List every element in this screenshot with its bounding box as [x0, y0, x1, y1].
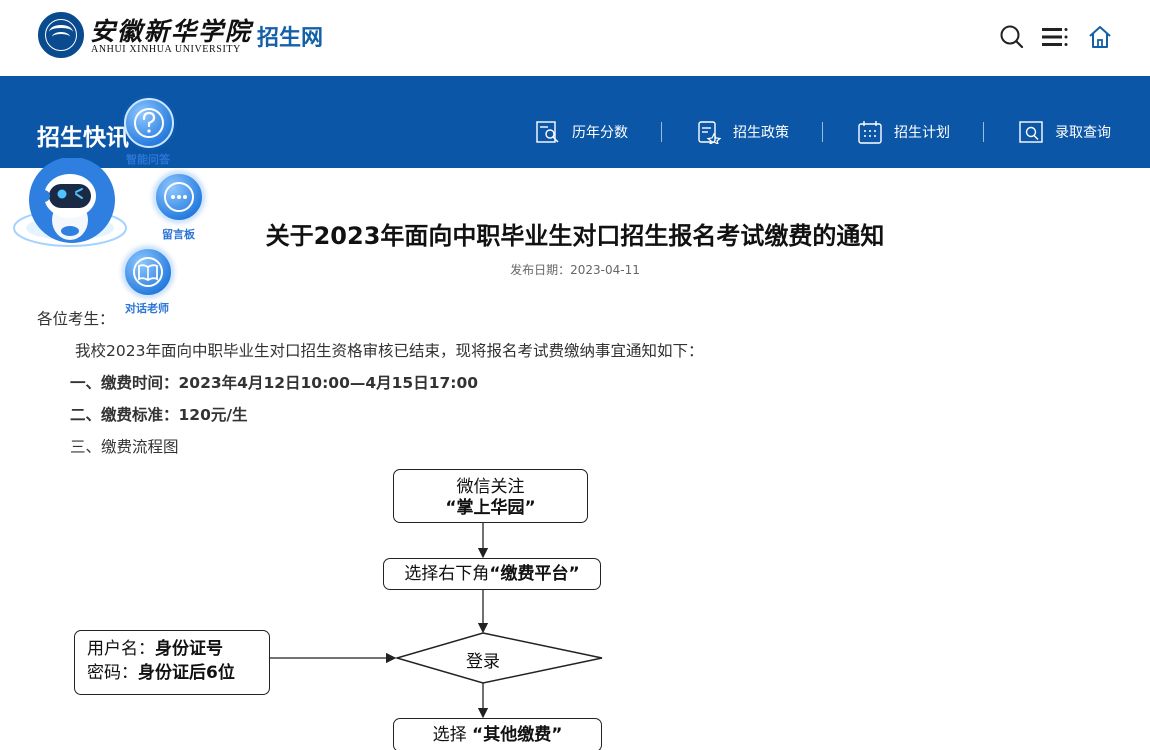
- payment-flowchart: 微信关注 “掌上华园” 选择右下角“缴费平台” 登录 用户名：身份证号 密码：身…: [70, 465, 610, 750]
- login-label: 登录: [466, 652, 500, 672]
- smart-qa-label[interactable]: 智能问答: [126, 151, 170, 167]
- step-follow-line1: 微信关注: [456, 477, 525, 497]
- intro-paragraph: 我校2023年面向中职毕业生对口招生资格审核已结束，现将报名考试费缴纳事宜通知如…: [75, 342, 704, 360]
- calendar-icon: [858, 121, 882, 144]
- credentials-box: 用户名：身份证号 密码：身份证后6位: [74, 630, 270, 695]
- nav-label: 录取查询: [1055, 125, 1111, 141]
- logo-chinese-name[interactable]: 安徽新华学院: [90, 12, 252, 48]
- step4-bold: “其他缴费”: [472, 725, 563, 745]
- payment-flow-heading: 三、缴费流程图: [70, 438, 179, 456]
- menu-icon[interactable]: [1042, 24, 1068, 50]
- nav-label: 历年分数: [572, 125, 628, 141]
- password-label: 密码：: [87, 663, 138, 683]
- university-seal-logo[interactable]: [38, 12, 84, 58]
- nav-enrollment-plan[interactable]: 招生计划: [858, 120, 950, 144]
- message-board-button[interactable]: [154, 172, 204, 222]
- greeting: 各位考生：: [37, 310, 115, 328]
- search-icon[interactable]: [999, 24, 1025, 50]
- nav-policy[interactable]: 招生政策: [697, 120, 789, 144]
- site-name[interactable]: 招生网: [257, 20, 323, 52]
- admission-search-icon: [1019, 121, 1043, 143]
- step2-bold: “缴费平台”: [489, 564, 580, 584]
- username-label: 用户名：: [87, 639, 155, 659]
- nav-admission-query[interactable]: 录取查询: [1019, 120, 1111, 144]
- payment-standard-line: 二、缴费标准：120元/生: [70, 403, 248, 425]
- payment-standard-label: 二、缴费标准：: [70, 406, 179, 424]
- nav-label: 招生政策: [733, 125, 789, 141]
- step4-prefix: 选择: [432, 725, 467, 745]
- step-select-other-payment: 选择 “其他缴费”: [393, 718, 602, 750]
- step2-prefix: 选择右下角: [404, 564, 490, 584]
- nav-divider: [822, 122, 823, 142]
- section-title: 招生快讯: [37, 125, 129, 151]
- article-title: 关于2023年面向中职毕业生对口招生报名考试缴费的通知: [265, 222, 885, 250]
- score-history-icon: [536, 121, 559, 143]
- publish-date: 发布日期：2023-04-11: [510, 263, 640, 277]
- nav-score-history[interactable]: 历年分数: [536, 120, 628, 144]
- smart-qa-button[interactable]: [124, 98, 174, 148]
- home-icon[interactable]: [1087, 24, 1113, 50]
- nav-divider: [983, 122, 984, 142]
- step-follow-wechat: 微信关注 “掌上华园”: [393, 469, 588, 523]
- payment-time-line: 一、缴费时间：2023年4月12日10:00—4月15日17:00: [70, 371, 478, 393]
- logo-english-name[interactable]: ANHUI XINHUA UNIVERSITY: [91, 44, 241, 55]
- payment-standard-value: 120元/生: [178, 406, 248, 424]
- chat-dots-icon: [164, 182, 194, 212]
- payment-time-value: 2023年4月12日10:00—4月15日17:00: [178, 374, 479, 392]
- nav-divider: [661, 122, 662, 142]
- password-value: 身份证后6位: [138, 663, 235, 683]
- username-value: 身份证号: [155, 639, 223, 659]
- top-header: 安徽新华学院 ANHUI XINHUA UNIVERSITY 招生网: [0, 0, 1150, 76]
- payment-time-label: 一、缴费时间：: [70, 374, 179, 392]
- policy-icon: [698, 121, 721, 144]
- question-icon: [134, 108, 164, 138]
- step-follow-line2: “掌上华园”: [445, 498, 536, 518]
- nav-label: 招生计划: [894, 125, 950, 141]
- talk-teacher-label[interactable]: 对话老师: [125, 300, 169, 316]
- step-select-payment-platform: 选择右下角“缴费平台”: [383, 558, 601, 590]
